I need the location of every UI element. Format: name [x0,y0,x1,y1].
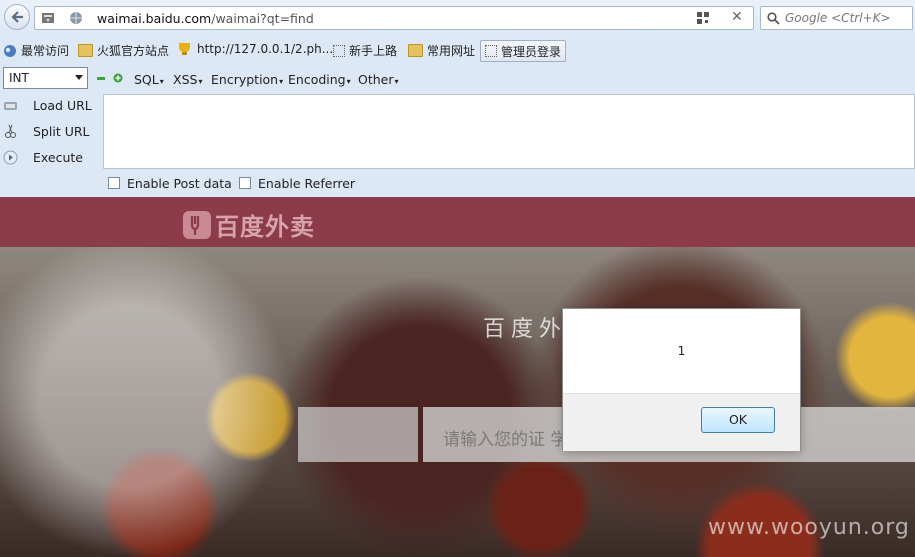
alert-footer: OK [563,393,800,451]
enable-referrer-label[interactable]: Enable Referrer [258,176,355,191]
watermark: www.wooyun.org [708,515,910,540]
history-icon[interactable] [41,11,55,25]
type-select-value: INT [9,71,29,85]
chevron-down-icon [75,75,83,80]
enable-referrer-checkbox[interactable] [239,177,251,189]
load-url-icon [4,102,17,110]
bookmark-label: 火狐官方站点 [97,44,170,58]
bookmark-firefox-sites[interactable]: 火狐官方站点 [78,42,169,59]
menu-sql[interactable]: SQL [134,72,164,87]
hackbar-menu-row: INT SQL XSS Encryption Encoding Other [0,64,915,94]
plus-icon[interactable] [113,73,123,83]
site-logo[interactable]: 百度外卖 [183,207,315,242]
clear-url-icon[interactable]: ✕ [731,9,743,25]
trophy-icon [179,43,190,55]
bookmark-label: 新手上路 [349,44,398,58]
site-header [0,197,915,247]
hackbar-actions: Load URL Split URL Execute [0,94,103,169]
globe-icon [4,44,16,57]
scissors-icon [5,124,16,138]
play-icon [3,150,18,165]
url-text[interactable]: waimai.baidu.com/waimai?qt=find [97,11,314,26]
back-button[interactable] [4,4,30,30]
city-selector[interactable] [298,407,418,462]
bookmark-common-sites[interactable]: 常用网址 [408,42,475,59]
load-url-button[interactable]: Load URL [0,94,103,118]
menu-encryption[interactable]: Encryption [211,72,283,87]
hackbar-options-row: Enable Post data Enable Referrer [0,169,915,197]
type-select[interactable]: INT [3,67,88,89]
site-identity-globe-icon[interactable] [69,11,83,25]
split-url-button[interactable]: Split URL [0,120,103,144]
dotted-page-icon [485,45,497,57]
url-host: waimai.baidu.com [97,11,212,26]
search-icon [767,12,780,25]
folder-icon [78,44,93,57]
fork-logo-icon [183,210,211,239]
alert-message: 1 [677,344,686,358]
minus-icon[interactable] [97,77,105,80]
bookmarks-toolbar: 最常访问 火狐官方站点 http://127.0.0.1/2.ph... 新手上… [0,36,915,65]
execute-button[interactable]: Execute [0,146,103,170]
bookmark-label: 最常访问 [21,44,70,58]
enable-post-checkbox[interactable] [108,177,120,189]
qr-code-icon[interactable] [696,11,710,25]
menu-encoding[interactable]: Encoding [288,72,351,87]
hackbar-url-textarea[interactable] [103,94,915,169]
enable-post-label[interactable]: Enable Post data [127,176,232,191]
url-bar[interactable]: waimai.baidu.com/waimai?qt=find ✕ [34,6,754,30]
navigation-bar: waimai.baidu.com/waimai?qt=find ✕ Google… [0,0,915,36]
split-url-label: Split URL [33,124,90,139]
execute-label: Execute [33,150,83,165]
logo-text: 百度外卖 [215,213,315,241]
bookmark-admin-login[interactable]: 管理员登录 [480,40,567,62]
bookmark-label: 常用网址 [427,44,476,58]
bookmark-localhost[interactable]: http://127.0.0.1/2.ph... [176,42,333,56]
menu-xss[interactable]: XSS [173,72,202,87]
search-bar[interactable]: Google <Ctrl+K> [760,6,913,30]
load-url-label: Load URL [33,98,92,113]
alert-dialog: 1 OK [562,308,801,451]
menu-other[interactable]: Other [358,72,399,87]
search-placeholder: Google <Ctrl+K> [785,11,891,25]
folder-icon [408,44,423,57]
back-arrow-icon [11,11,23,23]
bookmark-label: http://127.0.0.1/2.ph... [197,42,334,56]
bookmark-most-visited[interactable]: 最常访问 [3,42,69,59]
bookmark-label: 管理员登录 [501,44,562,59]
bookmark-getting-started[interactable]: 新手上路 [333,42,397,59]
dotted-page-icon [333,44,345,57]
url-path: /waimai?qt=find [211,11,314,26]
ok-button[interactable]: OK [701,407,775,433]
